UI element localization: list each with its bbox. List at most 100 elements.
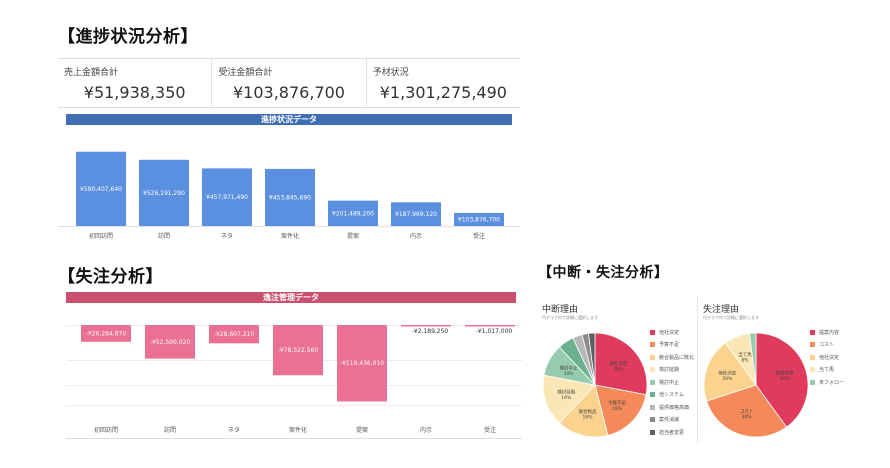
bar-value-label: -¥119,436,010	[340, 360, 384, 367]
pie-header-lost: 失注理由 円グラフ内で詳細に選択します	[703, 302, 863, 321]
lost-reason-pie[interactable]: 提案内容 40%コスト 30%他社決定 20%当て馬 8%	[701, 330, 811, 440]
lost-reason-legend: 提案内容コスト他社決定当て馬未フォロー	[810, 326, 860, 389]
legend-label: 検討中止	[659, 379, 680, 386]
legend-label: 提案内容	[819, 329, 840, 336]
legend-swatch	[810, 367, 815, 373]
legend-label: コスト	[819, 342, 835, 349]
legend-label: 他社決定	[819, 354, 840, 361]
pie-title: 中断理由	[542, 305, 579, 315]
kpi-sales-total[interactable]: 売上金額合計 ¥51,938,350	[58, 59, 211, 107]
pie-divider	[697, 296, 698, 442]
lost-section-title: 【失注分析】	[58, 267, 163, 287]
legend-swatch	[650, 329, 655, 335]
legend-item[interactable]: 他社決定	[810, 351, 860, 364]
progress-chart-banner: 進捗状況データ	[66, 114, 512, 125]
kpi-label: 予材状況	[372, 68, 409, 78]
category-label: 初回訪問	[89, 232, 113, 240]
category-label: 内示	[420, 426, 432, 434]
legend-item[interactable]: 他システム	[650, 389, 696, 402]
bar[interactable]	[465, 325, 515, 327]
category-label: 案件化	[289, 426, 307, 434]
category-label: 案件化	[281, 232, 299, 240]
legend-swatch	[650, 417, 655, 423]
pie-title: 失注理由	[703, 305, 740, 315]
legend-item[interactable]: 予算不足	[650, 339, 696, 352]
legend-swatch	[650, 379, 655, 385]
legend-item[interactable]: 担当者変更	[650, 426, 696, 439]
legend-swatch	[650, 429, 655, 435]
legend-label: 提供価格高価	[659, 404, 690, 411]
category-label: 提案	[347, 232, 359, 240]
legend-item[interactable]: 当て馬	[810, 364, 860, 377]
legend-label: 他社決定	[659, 329, 680, 336]
bar-value-label: -¥2,189,250	[412, 328, 449, 335]
legend-swatch	[650, 342, 655, 348]
bar-value-label: -¥1,017,000	[476, 328, 513, 335]
kpi-label: 受注金額合計	[218, 68, 273, 78]
kpi-value: ¥51,938,350	[83, 83, 186, 102]
legend-label: 予算不足	[659, 342, 680, 349]
bar-value-label: ¥103,876,700	[458, 216, 500, 223]
bar-value-label: ¥201,489,200	[332, 210, 374, 217]
legend-label: 案件消滅	[659, 417, 680, 424]
bar[interactable]	[401, 325, 451, 327]
legend-swatch	[810, 354, 815, 360]
legend-swatch	[810, 342, 815, 348]
bar-value-label: -¥26,264,870	[86, 330, 127, 337]
bar-value-label: ¥187,969,120	[395, 211, 437, 218]
suspend-reason-pie[interactable]: 他社決定 28%予算不足 18%競合製品 16%検討延期 16%検討中止 10%	[540, 330, 650, 440]
legend-item[interactable]: 競合製品に敗北	[650, 351, 696, 364]
legend-swatch	[650, 354, 655, 360]
legend-item[interactable]: 提供価格高価	[650, 401, 696, 414]
legend-swatch	[810, 379, 815, 385]
legend-item[interactable]: 提案内容	[810, 326, 860, 339]
bar-value-label: -¥78,522,560	[278, 347, 319, 354]
bar-value-label: ¥590,407,640	[80, 186, 122, 193]
breakdown-section-title: 【中断・失注分析】	[538, 265, 669, 281]
category-label: 受注	[484, 426, 496, 434]
lost-bar-chart: -¥26,264,870 初回訪問 -¥52,500,020 訪問 -¥28,607,2…	[66, 325, 522, 439]
legend-item[interactable]: 他社決定	[650, 326, 696, 339]
category-label: 訪問	[158, 232, 170, 240]
legend-label: 当て馬	[819, 367, 835, 374]
bar-value-label: -¥28,607,210	[214, 331, 255, 338]
legend-label: 競合製品に敗北	[659, 354, 695, 361]
kpi-forecast-status[interactable]: 予材状況 ¥1,301,275,490	[365, 59, 520, 107]
legend-label: 他システム	[659, 392, 684, 399]
legend-label: 検討延期	[659, 367, 680, 374]
legend-swatch	[650, 367, 655, 373]
legend-label: 未フォロー	[819, 379, 845, 386]
kpi-order-total[interactable]: 受注金額合計 ¥103,876,700	[211, 59, 365, 107]
legend-item[interactable]: 検討延期	[650, 364, 696, 377]
category-label: 受注	[473, 232, 485, 240]
category-label: 内示	[410, 232, 422, 240]
bar-value-label: ¥526,191,290	[143, 190, 185, 197]
legend-item[interactable]: 案件消滅	[650, 414, 696, 427]
legend-item[interactable]: コスト	[810, 339, 860, 352]
kpi-label: 売上金額合計	[64, 68, 119, 78]
pie-subtitle: 円グラフ内で詳細に選択します	[542, 315, 598, 320]
category-label: ネタ	[221, 232, 233, 240]
legend-item[interactable]: 未フォロー	[810, 376, 860, 389]
legend-swatch	[650, 392, 655, 398]
bar-value-label: ¥453,845,690	[269, 194, 311, 201]
category-label: 訪問	[164, 426, 176, 434]
legend-label: 担当者変更	[659, 429, 685, 436]
suspend-reason-legend: 他社決定予算不足競合製品に敗北 検討延期検討中止他システム提供価格高価 案件消滅担当…	[650, 326, 696, 439]
pie-header-suspend: 中断理由 円グラフ内で詳細に選択します	[542, 302, 702, 321]
category-label: ネタ	[228, 426, 240, 434]
bar-value-label: -¥52,500,020	[150, 339, 191, 346]
category-label: 提案	[356, 426, 368, 434]
slice-label: コスト 30%	[740, 409, 754, 421]
legend-swatch	[810, 329, 815, 335]
legend-swatch	[650, 404, 655, 410]
kpi-row: 売上金額合計 ¥51,938,350 受注金額合計 ¥103,876,700 予…	[58, 58, 520, 108]
kpi-value: ¥1,301,275,490	[379, 83, 507, 102]
category-label: 初回訪問	[94, 426, 118, 434]
bar-value-label: ¥457,971,490	[206, 194, 248, 201]
progress-bar-chart: ¥590,407,640 初回訪問 ¥526,191,290 訪問 ¥457,971,4…	[58, 151, 520, 240]
legend-item[interactable]: 検討中止	[650, 376, 696, 389]
lost-chart-banner: 逸注管理データ	[66, 292, 516, 303]
kpi-value: ¥103,876,700	[233, 83, 345, 102]
progress-section-title: 【進捗状況分析】	[58, 27, 198, 47]
